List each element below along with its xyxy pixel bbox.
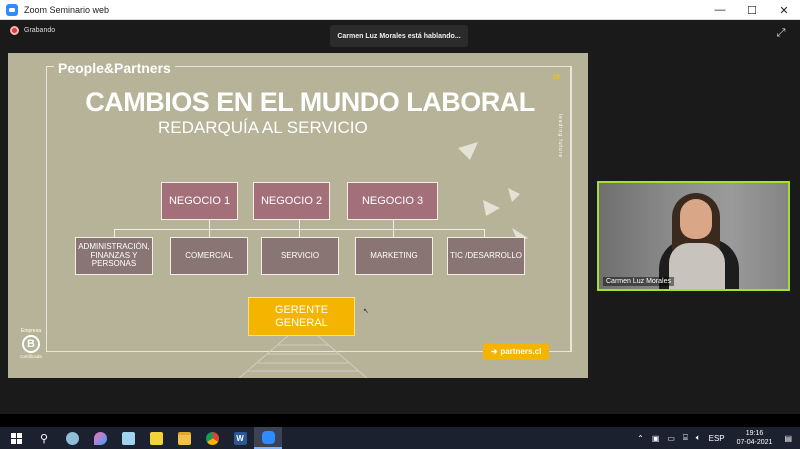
windows-taskbar: ⚲ W ⌃ ▣ ▭ ⌸ 🔈︎ ESP 19:16 07-04-2021 ▤: [0, 427, 800, 449]
paint-app-icon[interactable]: [58, 427, 86, 449]
notepad-app-icon[interactable]: [114, 427, 142, 449]
negocio-1-box: NEGOCIO 1: [161, 182, 238, 220]
window-controls: — ☐ ✕: [704, 0, 800, 20]
zoom-app-icon: [6, 3, 18, 16]
record-icon: [10, 26, 19, 35]
mouse-pointer-icon: ↖: [363, 308, 369, 315]
connector-line: [209, 229, 485, 230]
clock-date: 07-04-2021: [736, 439, 773, 446]
negocio-2-box: NEGOCIO 2: [253, 182, 330, 220]
zoom-taskbar-icon[interactable]: [254, 427, 282, 449]
notifications-icon[interactable]: ▤: [784, 434, 792, 443]
department-marketing: MARKETING: [355, 237, 433, 275]
website-pill: ➔ partners.cl: [483, 343, 549, 360]
decorative-triangles: [458, 142, 528, 242]
chevron-up-icon[interactable]: ⌃: [637, 434, 644, 443]
paint3d-app-icon[interactable]: [86, 427, 114, 449]
participant-name-label: Carmen Luz Morales: [603, 277, 674, 286]
connector-line: [114, 229, 115, 237]
b-corp-logo: B: [22, 335, 40, 353]
maximize-button[interactable]: ☐: [736, 0, 768, 20]
vertical-tagline-text: leading future: [557, 113, 564, 159]
window-bottom-gap: [0, 414, 800, 427]
connector-line: [484, 229, 485, 237]
slide-subtitle: REDARQUÍA AL SERVICIO: [158, 118, 368, 137]
windows-logo-icon: [10, 432, 22, 444]
fullscreen-expand-icon[interactable]: ⤢: [774, 26, 788, 40]
battery-icon[interactable]: ▭: [667, 434, 675, 443]
language-indicator[interactable]: ESP: [709, 434, 725, 443]
close-button[interactable]: ✕: [768, 0, 800, 20]
window-title: Zoom Seminario web: [24, 4, 110, 15]
sticky-notes-app-icon[interactable]: [142, 427, 170, 449]
recording-label: Grabando: [24, 27, 56, 34]
volume-icon[interactable]: 🔈︎: [696, 433, 701, 443]
word-app-icon[interactable]: W: [226, 427, 254, 449]
window-titlebar: Zoom Seminario web — ☐ ✕: [0, 0, 800, 20]
department-tic-desarrollo: TIC /DESARROLLO: [447, 237, 525, 275]
website-text: partners.cl: [500, 347, 542, 356]
recording-indicator[interactable]: Grabando: [10, 26, 55, 35]
active-speaker-banner: Carmen Luz Morales está hablando...: [330, 25, 468, 47]
minimize-button[interactable]: —: [704, 0, 736, 20]
brand-logo: People&Partners: [54, 60, 175, 76]
arrow-circle-icon: ➔: [490, 347, 498, 356]
year-tag: 20: [553, 75, 560, 81]
search-icon[interactable]: ⚲: [30, 427, 58, 449]
shared-slide: People&Partners 20 leading future CAMBIO…: [8, 53, 588, 378]
video-person-body: [669, 243, 725, 289]
file-explorer-icon[interactable]: [170, 427, 198, 449]
gerente-general-box: GERENTE GENERAL: [248, 297, 355, 336]
chrome-app-icon[interactable]: [198, 427, 226, 449]
department-servicio: SERVICIO: [261, 237, 339, 275]
badge-top-text: Empresa: [20, 328, 41, 334]
department-administracion: ADMINISTRACIÓN, FINANZAS Y PERSONAS: [75, 237, 153, 275]
system-tray: ⌃ ▣ ▭ ⌸ 🔈︎ ESP 19:16 07-04-2021 ▤: [633, 427, 800, 449]
badge-bottom-text: Certificada: [20, 354, 42, 359]
b-corp-badge: Empresa B Certificada: [14, 328, 48, 368]
clock-time: 19:16: [745, 430, 764, 437]
video-person-face: [680, 199, 712, 239]
negocio-3-box: NEGOCIO 3: [347, 182, 438, 220]
clock[interactable]: 19:16 07-04-2021: [737, 429, 773, 447]
speaker-video-tile[interactable]: Carmen Luz Morales: [597, 181, 790, 291]
start-button[interactable]: [2, 427, 30, 449]
meeting-area: Grabando Carmen Luz Morales está habland…: [0, 20, 800, 414]
security-icon[interactable]: ▣: [652, 434, 660, 443]
slide-title: CAMBIOS EN EL MUNDO LABORAL: [85, 87, 535, 117]
network-icon[interactable]: ⌸: [683, 433, 688, 443]
department-comercial: COMERCIAL: [170, 237, 248, 275]
